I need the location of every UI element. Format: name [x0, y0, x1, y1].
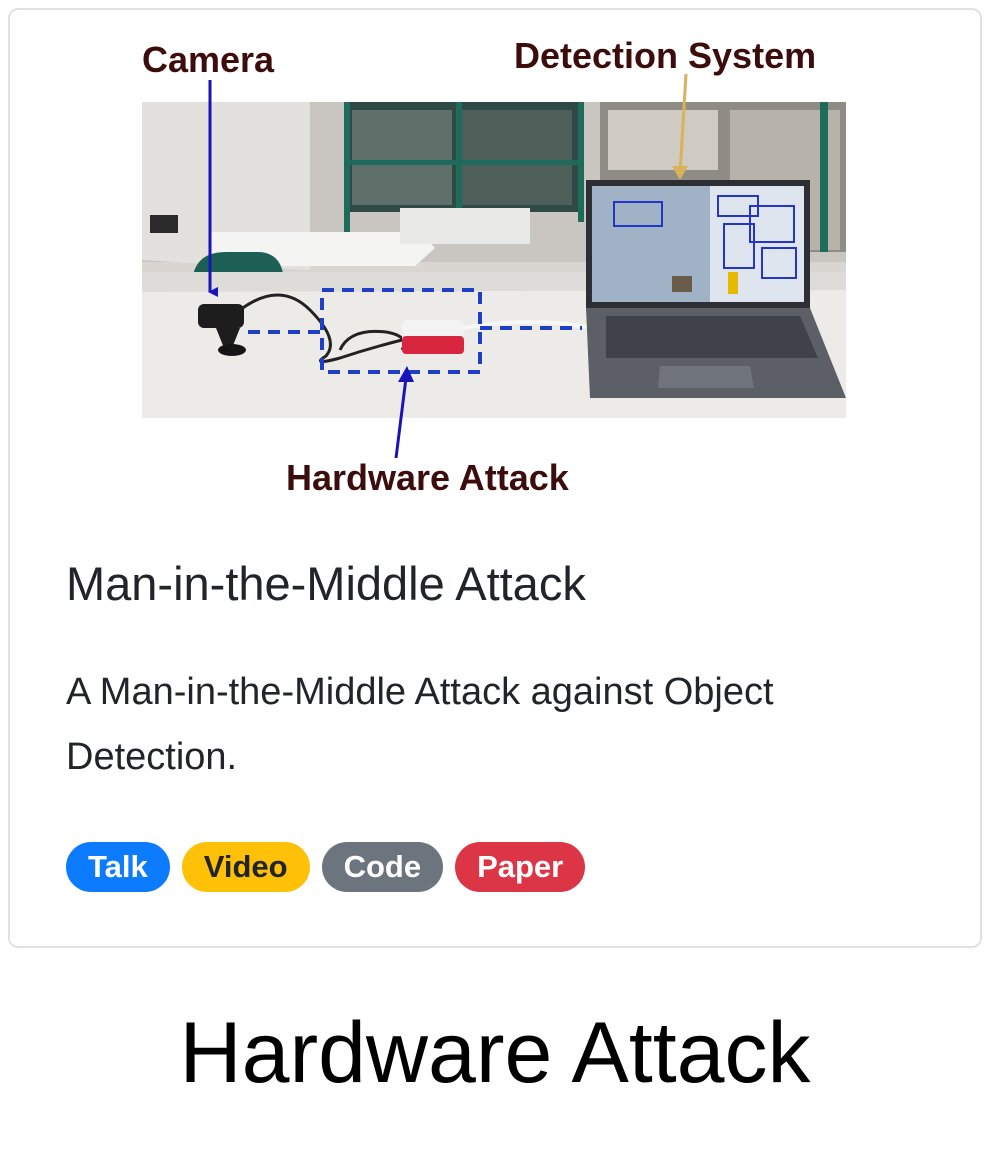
card-description: A Man-in-the-Middle Attack against Objec…: [66, 671, 774, 778]
talk-badge[interactable]: Talk: [66, 842, 170, 892]
project-card: Camera Detection System Hardware Attack …: [8, 8, 982, 948]
hardware-attack-label: Hardware Attack: [286, 457, 569, 498]
card-title: Man-in-the-Middle Attack: [66, 557, 586, 610]
badge-group: Talk Video Code Paper: [66, 842, 586, 892]
paper-badge[interactable]: Paper: [455, 842, 586, 892]
video-badge[interactable]: Video: [181, 842, 310, 892]
setup-photo: [142, 73, 846, 459]
code-badge[interactable]: Code: [321, 842, 444, 892]
detection-system-label: Detection System: [514, 35, 817, 76]
photo-scene: [142, 102, 846, 418]
setup-figure: Camera Detection System Hardware Attack: [10, 10, 984, 530]
camera-label: Camera: [142, 39, 275, 80]
caption: Hardware Attack: [179, 1005, 811, 1101]
